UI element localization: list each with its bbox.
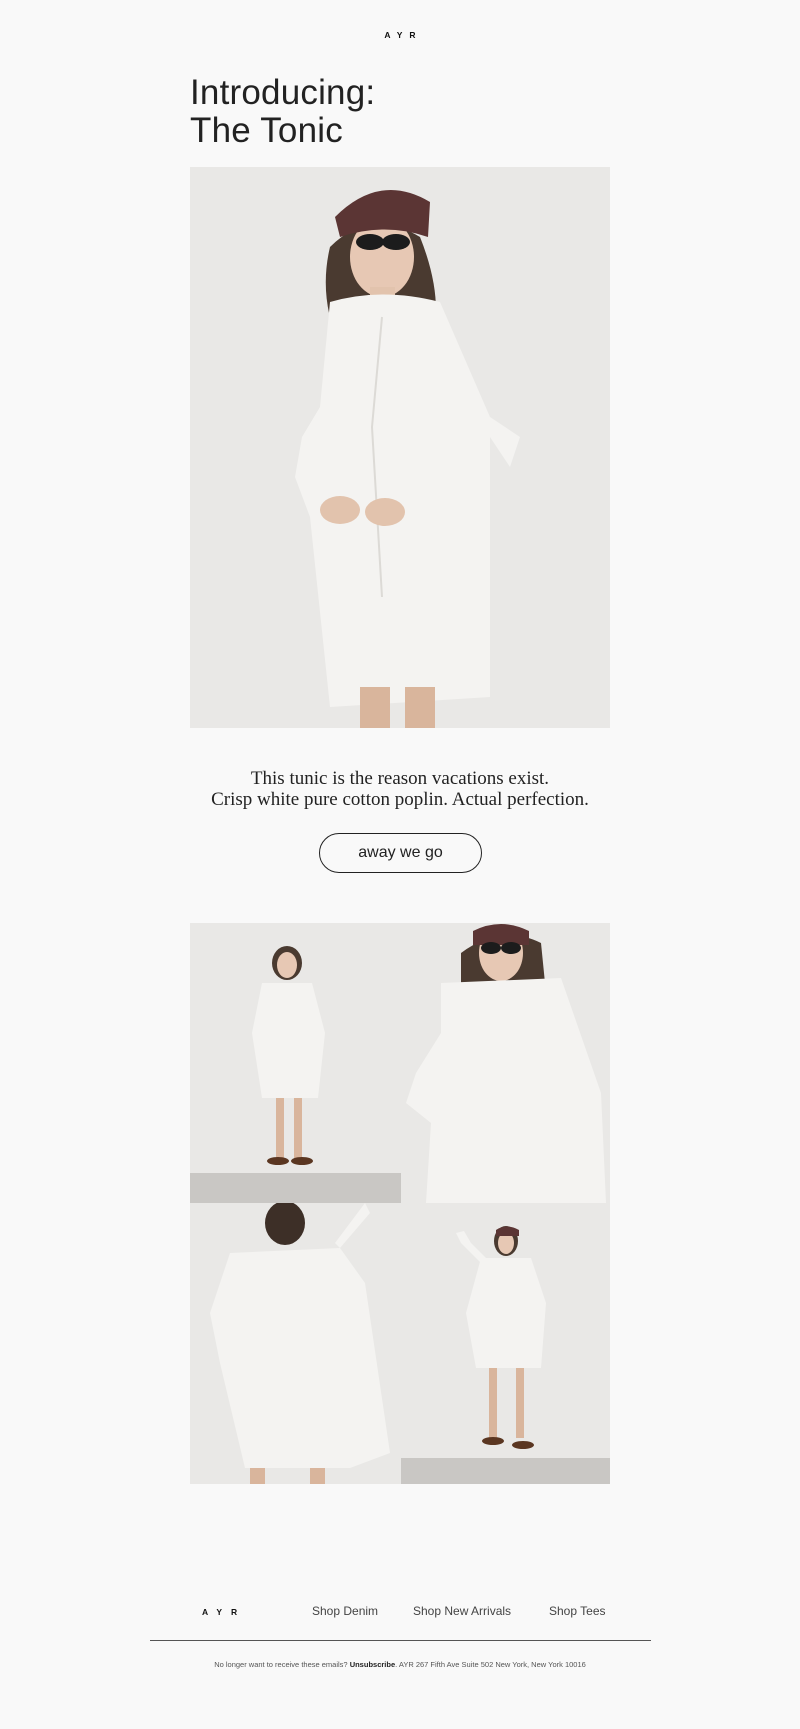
grid-image-back-view[interactable]: [190, 1203, 401, 1484]
body-line-2: Crisp white pure cotton poplin. Actual p…: [211, 789, 589, 810]
brand-logo[interactable]: AYR: [0, 30, 800, 40]
shop-tees-link[interactable]: Shop Tees: [549, 1604, 606, 1618]
unsubscribe-link[interactable]: Unsubscribe: [350, 1660, 395, 1669]
company-address: . AYR 267 Fifth Ave Suite 502 New York, …: [395, 1660, 586, 1669]
hero-product-image[interactable]: [190, 167, 610, 728]
grid-image-side-pose[interactable]: [401, 1203, 610, 1484]
away-we-go-button[interactable]: away we go: [319, 833, 482, 873]
grid-image-closeup[interactable]: [401, 923, 610, 1203]
shop-denim-link[interactable]: Shop Denim: [312, 1604, 378, 1618]
body-line-1: This tunic is the reason vacations exist…: [250, 768, 550, 789]
footer-divider: [150, 1640, 651, 1641]
legal-prefix: No longer want to receive these emails?: [214, 1660, 348, 1669]
shop-new-arrivals-link[interactable]: Shop New Arrivals: [413, 1604, 511, 1618]
legal-text: No longer want to receive these emails? …: [0, 1660, 800, 1669]
grid-image-front-full[interactable]: [190, 923, 401, 1203]
title-line-1: Introducing:: [190, 73, 376, 112]
footer-brand-logo[interactable]: AYR: [202, 1607, 246, 1617]
body-copy: This tunic is the reason vacations exist…: [0, 768, 800, 810]
title-line-2: The Tonic: [190, 111, 343, 150]
page-title: Introducing: The Tonic: [190, 74, 375, 150]
